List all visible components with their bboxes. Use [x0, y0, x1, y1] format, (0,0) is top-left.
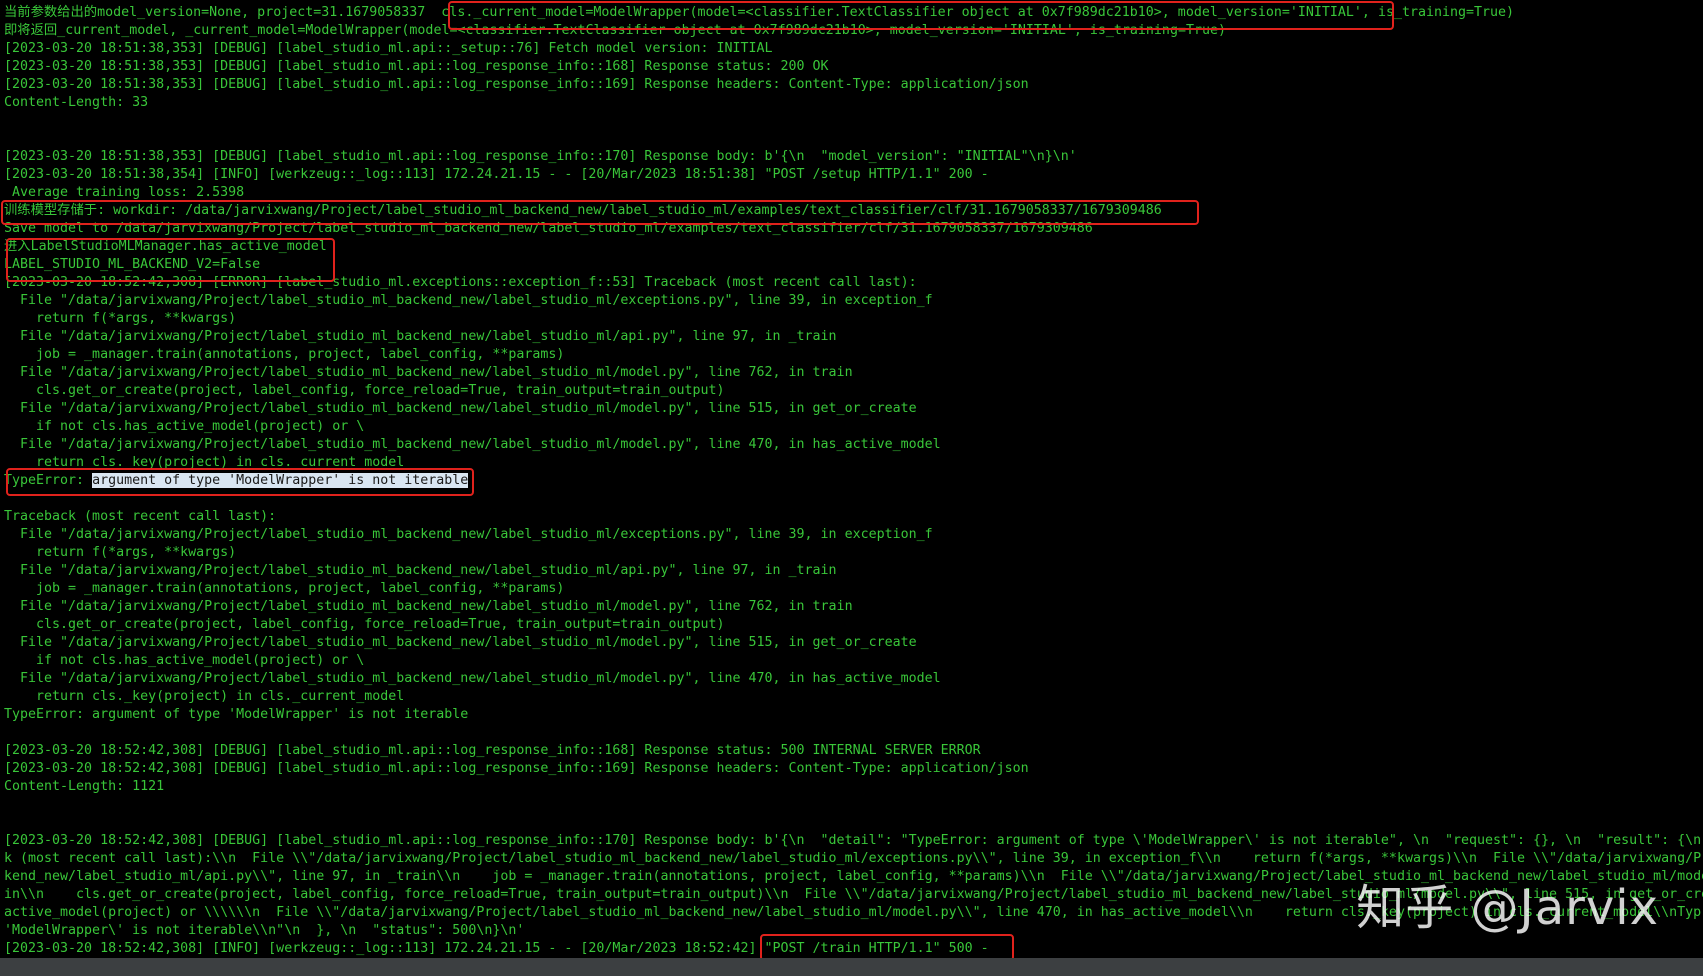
- log-line: Traceback (most recent call last):: [4, 509, 277, 524]
- terminal-window[interactable]: 当前参数给出的model_version=None, project=31.16…: [0, 0, 1703, 958]
- annotation-box-model-storage: [1, 200, 1199, 225]
- log-line: [2023-03-20 18:52:42,308] [DEBUG] [label…: [4, 743, 981, 758]
- log-line: [2023-03-20 18:51:38,354] [INFO] [werkze…: [4, 167, 989, 182]
- log-line: k (most recent call last):\\n File \\"/d…: [4, 851, 1703, 866]
- log-line: if not cls.has_active_model(project) or …: [4, 419, 365, 434]
- log-line: File "/data/jarvixwang/Project/label_stu…: [4, 329, 837, 344]
- log-line: [2023-03-20 18:51:38,353] [DEBUG] [label…: [4, 149, 1077, 164]
- log-line: cls.get_or_create(project, label_config,…: [4, 383, 725, 398]
- annotation-box-type-error: [6, 468, 474, 496]
- annotation-box-current-model: [448, 1, 1394, 30]
- log-line: return cls._key(project) in cls._current…: [4, 689, 405, 704]
- log-line: return f(*args, **kwargs): [4, 545, 237, 560]
- annotation-box-has-active-model: [6, 238, 335, 282]
- log-line: [2023-03-20 18:51:38,353] [DEBUG] [label…: [4, 59, 829, 74]
- log-line: File "/data/jarvixwang/Project/label_stu…: [4, 293, 933, 308]
- log-line: [2023-03-20 18:51:38,353] [DEBUG] [label…: [4, 77, 1029, 92]
- log-line: cls.get_or_create(project, label_config,…: [4, 617, 725, 632]
- log-line: File "/data/jarvixwang/Project/label_stu…: [4, 365, 853, 380]
- log-line: [2023-03-20 18:52:42,308] [DEBUG] [label…: [4, 761, 1029, 776]
- terminal-status-bar: [0, 958, 1703, 976]
- log-line: Content-Length: 1121: [4, 779, 165, 794]
- log-line: File "/data/jarvixwang/Project/label_stu…: [4, 401, 917, 416]
- log-line: [2023-03-20 18:52:42,308] [DEBUG] [label…: [4, 833, 1702, 848]
- log-line: job = _manager.train(annotations, projec…: [4, 347, 565, 362]
- log-line: File "/data/jarvixwang/Project/label_stu…: [4, 437, 941, 452]
- log-line: File "/data/jarvixwang/Project/label_stu…: [4, 527, 933, 542]
- log-line: job = _manager.train(annotations, projec…: [4, 581, 565, 596]
- log-line: TypeError: argument of type 'ModelWrappe…: [4, 707, 469, 722]
- log-line: File "/data/jarvixwang/Project/label_stu…: [4, 563, 837, 578]
- log-line: return f(*args, **kwargs): [4, 311, 237, 326]
- log-line: [2023-03-20 18:51:38,353] [DEBUG] [label…: [4, 41, 773, 56]
- log-line: File "/data/jarvixwang/Project/label_stu…: [4, 671, 941, 686]
- annotation-box-post-train: [760, 934, 1014, 958]
- log-line: if not cls.has_active_model(project) or …: [4, 653, 365, 668]
- watermark: 知乎 @Jarvix: [1356, 880, 1659, 936]
- log-line: File "/data/jarvixwang/Project/label_stu…: [4, 635, 917, 650]
- log-line: Content-Length: 33: [4, 95, 149, 110]
- log-line: File "/data/jarvixwang/Project/label_stu…: [4, 599, 853, 614]
